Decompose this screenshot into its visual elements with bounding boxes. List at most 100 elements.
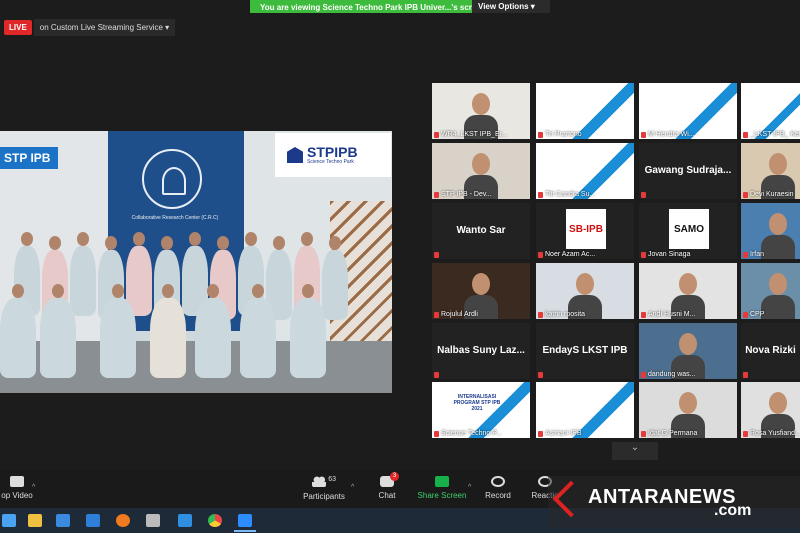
participant-name: Devi Kuraesin: [750, 191, 794, 198]
participant-tile[interactable]: SAMO Jovan Sinaga: [639, 203, 737, 259]
muted-mic-icon: [538, 191, 543, 198]
muted-mic-icon: [743, 191, 748, 198]
participant-tile[interactable]: Tri Prartono: [536, 83, 634, 139]
gallery-next-page-button[interactable]: ⌄: [612, 442, 658, 460]
participant-tile[interactable]: Devi Kuraesin: [741, 143, 800, 199]
antara-logo-icon: [552, 480, 590, 518]
participants-options-caret[interactable]: ^: [351, 484, 354, 491]
participant-tile[interactable]: Wanto Sar: [432, 203, 530, 259]
person-head: [105, 236, 117, 250]
word-icon[interactable]: [178, 514, 192, 527]
participant-display-name: Nova Rizki: [745, 345, 796, 356]
share-options-caret[interactable]: ^: [468, 484, 471, 491]
person-figure: [40, 298, 76, 378]
participant-tile[interactable]: CPP: [741, 263, 800, 319]
participant-tile[interactable]: Nova Rizki: [741, 323, 800, 379]
share-screen-icon: [435, 476, 449, 487]
participant-name: Rosa Yusfiand...: [750, 430, 800, 437]
chat-icon: 3: [380, 472, 399, 487]
participant-tile[interactable]: Irfan: [741, 203, 800, 259]
record-button[interactable]: Record: [482, 476, 514, 500]
participant-name: Science Techno P...: [441, 430, 502, 437]
participant-tile[interactable]: Nalbas Suny Laz...: [432, 323, 530, 379]
mail-icon[interactable]: [86, 514, 100, 527]
participant-tile[interactable]: INTERNALISASI PROGRAM STP IPB 2021 Scienc…: [432, 382, 530, 438]
participant-tile[interactable]: Idat G Permana: [639, 382, 737, 438]
participant-name: Andi Husni M...: [648, 311, 696, 318]
participant-tile[interactable]: Andi Husni M...: [639, 263, 737, 319]
participant-name-label: [538, 372, 545, 378]
participant-tile[interactable]: WR4_LKST IPB_Er...: [432, 83, 530, 139]
person-figure: [100, 298, 136, 378]
participant-tile[interactable]: Astriani IPB: [536, 382, 634, 438]
muted-mic-icon: [538, 311, 543, 318]
chat-label: Chat: [378, 491, 396, 500]
view-options-button[interactable]: View Options ▾: [472, 0, 550, 13]
participant-name: katrin roosita: [545, 311, 586, 318]
chrome-icon[interactable]: [208, 514, 222, 527]
muted-mic-icon: [434, 252, 439, 258]
participant-face: [679, 392, 697, 414]
zoom-window: You are viewing Science Techno Park IPB …: [0, 0, 800, 533]
person-head: [245, 232, 257, 246]
stp-logo-subtitle: Science Techno Park: [307, 159, 354, 165]
person-head: [133, 232, 145, 246]
video-options-caret[interactable]: ^: [32, 484, 35, 491]
muted-mic-icon: [434, 311, 439, 318]
participant-name-label: katrin roosita: [538, 311, 585, 318]
participant-face: [472, 273, 490, 295]
participant-tile[interactable]: _LKST IPB_ Ket...: [741, 83, 800, 139]
edge-icon[interactable]: [2, 514, 16, 527]
live-badge: LIVE: [4, 19, 32, 35]
stp-ipb-logo: STPIPB Science Techno Park: [275, 133, 391, 177]
participant-name-label: dandung was...: [641, 371, 695, 378]
file-explorer-icon[interactable]: [28, 514, 42, 527]
participant-tile[interactable]: STP IPB - Dev...: [432, 143, 530, 199]
participants-button[interactable]: 63 Participants: [302, 476, 346, 501]
profile-logo: SB-IPB: [566, 209, 606, 249]
participant-tile[interactable]: Rosa Yusfiand...: [741, 382, 800, 438]
muted-mic-icon: [434, 430, 439, 437]
participant-tile[interactable]: Titi Candra Su...: [536, 143, 634, 199]
video-camera-icon: [10, 476, 24, 487]
live-service-dropdown[interactable]: on Custom Live Streaming Service ▾: [33, 18, 176, 36]
muted-mic-icon: [434, 191, 439, 198]
participant-display-name: Wanto Sar: [456, 225, 506, 236]
chat-button[interactable]: 3 Chat: [372, 472, 402, 500]
participant-tile[interactable]: EndayS LKST IPB: [536, 323, 634, 379]
participant-face: [472, 93, 490, 115]
profile-logo: SAMO: [669, 209, 709, 249]
participant-tile[interactable]: Gawang Sudraja...: [639, 143, 737, 199]
participant-gallery: WR4_LKST IPB_Er... Tri Prartono M Hendra W…: [432, 83, 800, 439]
app-icon[interactable]: [146, 514, 160, 527]
zoom-icon[interactable]: [238, 514, 252, 527]
participant-body: [761, 295, 795, 319]
muted-mic-icon: [538, 430, 543, 437]
muted-mic-icon: [743, 311, 748, 318]
person-figure: [70, 246, 96, 316]
muted-mic-icon: [641, 131, 646, 138]
participant-name-label: Jovan Sinaga: [641, 251, 690, 258]
viewing-notice: You are viewing Science Techno Park IPB …: [250, 0, 472, 13]
participant-tile[interactable]: katrin roosita: [536, 263, 634, 319]
participant-tile[interactable]: M Hendra Wi...: [639, 83, 737, 139]
participant-tile[interactable]: Rojulul Ardli: [432, 263, 530, 319]
participant-name-label: STP IPB - Dev...: [434, 191, 492, 198]
person-head: [252, 284, 264, 298]
participant-tile[interactable]: dandung was...: [639, 323, 737, 379]
participant-name: Astriani IPB: [545, 430, 582, 437]
share-screen-button[interactable]: Share Screen: [416, 476, 468, 500]
person-head: [217, 236, 229, 250]
participant-name-label: CPP: [743, 311, 764, 318]
person-head: [77, 232, 89, 246]
participant-face: [679, 333, 697, 355]
participant-face: [769, 273, 787, 295]
live-stream-bar: LIVE on Custom Live Streaming Service ▾: [4, 18, 176, 36]
participant-name-label: Devi Kuraesin: [743, 191, 794, 198]
stop-video-button[interactable]: op Video: [0, 476, 34, 500]
muted-mic-icon: [743, 131, 748, 138]
muted-mic-icon: [743, 430, 748, 437]
firefox-icon[interactable]: [116, 514, 130, 527]
store-icon[interactable]: [56, 514, 70, 527]
participant-tile[interactable]: SB-IPB Noer Azam Ac...: [536, 203, 634, 259]
